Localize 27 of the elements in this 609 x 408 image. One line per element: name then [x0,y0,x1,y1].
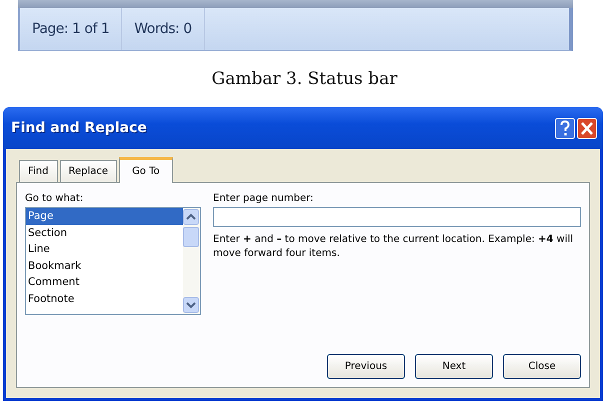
hint-text: Enter + and – to move relative to the current location. Example: +4 will move forward four items. [213,233,574,261]
list-item[interactable]: Line [26,241,183,258]
status-text: Page: 1 of 1 [20,8,122,50]
dialog-button[interactable]: Previous [327,354,405,379]
status-text: Words: 0 [122,8,205,50]
list-item[interactable]: Section [26,224,183,241]
field-label: Enter page number: [213,193,314,204]
window-title: Find and Replace [11,120,147,136]
scroll-down-icon[interactable] [183,297,199,313]
caption: Gambar 3. Status bar [210,69,398,89]
dialog-button[interactable]: Close [503,354,581,379]
dialog-button[interactable]: Next [415,354,493,379]
tab[interactable]: Find [19,160,58,182]
list-label: Go to what: [25,193,84,204]
list-box[interactable]: Page Section Line Bookmark Comment Footnote [25,207,201,315]
scroll-up-icon[interactable] [183,209,199,225]
close-icon[interactable] [577,118,597,138]
tab[interactable]: Go To [119,157,173,183]
help-icon[interactable] [555,118,575,138]
list-item[interactable]: Footnote [26,290,183,307]
list-item[interactable]: Bookmark [26,258,183,274]
tab[interactable]: Replace [60,160,118,182]
list-item[interactable]: Comment [26,274,183,290]
list-item[interactable]: Page [26,208,183,224]
page-number-field[interactable] [213,207,581,227]
scroll-thumb[interactable] [183,227,199,247]
scrollbar[interactable] [183,208,200,314]
